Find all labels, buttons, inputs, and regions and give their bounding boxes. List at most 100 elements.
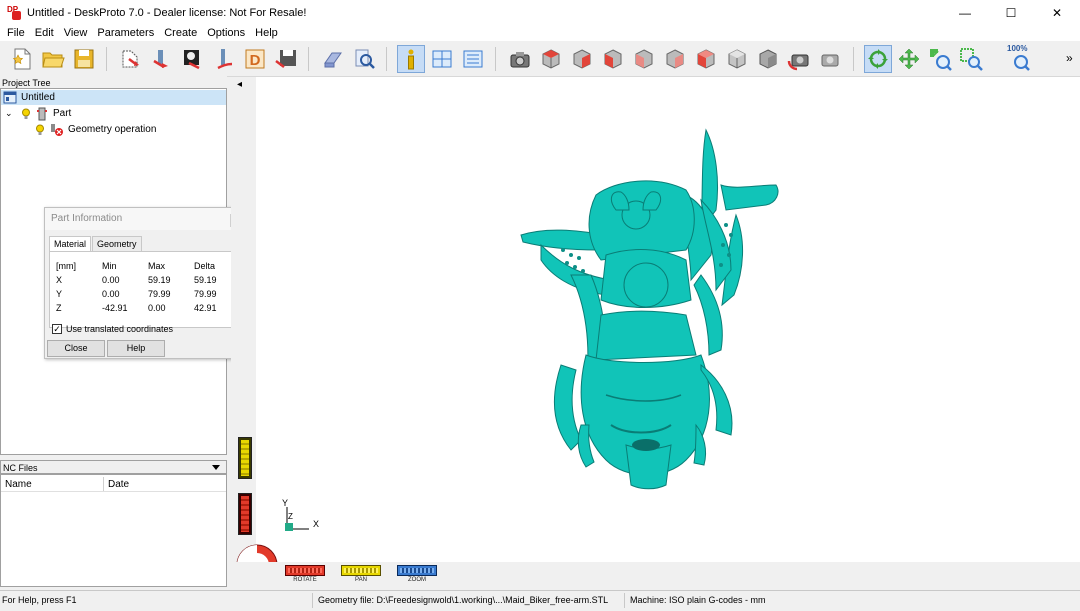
menu-file[interactable]: File <box>2 25 30 41</box>
toolpath-d-button[interactable]: D <box>241 45 269 73</box>
dialog-title: Part Information <box>45 208 246 230</box>
lightbulb-icon[interactable] <box>21 108 31 120</box>
column-name[interactable]: Name <box>5 479 32 490</box>
folder-open-icon <box>42 52 65 68</box>
new-file-button[interactable] <box>8 45 36 73</box>
close-button[interactable]: Close <box>47 340 105 357</box>
layout-list-button[interactable] <box>459 45 487 73</box>
tree-item-part[interactable]: ⌄ Part <box>5 106 71 121</box>
pan-button[interactable] <box>341 565 381 576</box>
zoom-window-button[interactable] <box>957 45 985 73</box>
toolbar-separator <box>308 47 309 71</box>
expand-chevron-icon[interactable]: ⌄ <box>5 106 17 121</box>
menu-options[interactable]: Options <box>202 25 250 41</box>
tab-geometry[interactable]: Geometry <box>92 236 142 252</box>
view-front-button[interactable] <box>568 45 596 73</box>
lightbulb-icon[interactable] <box>35 124 45 136</box>
axis-label-y: Y <box>282 498 289 508</box>
rotate-arrows-icon <box>868 49 888 69</box>
collapse-panel-icon[interactable]: ◂ <box>237 79 242 90</box>
nc-files-dropdown-icon[interactable] <box>212 465 220 470</box>
toolbar-separator <box>386 47 387 71</box>
status-bar: For Help, press F1 Geometry file: D:\Fre… <box>0 590 1080 611</box>
rotate-camera-icon <box>787 54 809 71</box>
maximize-button[interactable]: ☐ <box>988 0 1034 25</box>
tree-item-geometry-operation[interactable]: Geometry operation <box>35 122 156 137</box>
column-header: Max <box>148 261 166 271</box>
cube-shaded-icon <box>759 49 777 69</box>
zoom-slider-red[interactable] <box>238 493 252 535</box>
view-top-button[interactable] <box>692 45 720 73</box>
project-icon <box>3 91 17 104</box>
save-toolpath-button[interactable] <box>272 45 300 73</box>
row-max: 0.00 <box>148 303 166 313</box>
part-parameters-button[interactable] <box>117 45 145 73</box>
tree-item-project[interactable]: Untitled <box>1 90 226 105</box>
row-min: -42.91 <box>102 303 128 313</box>
letter-d-icon: D <box>245 49 265 69</box>
view-right-button[interactable] <box>661 45 689 73</box>
open-file-button[interactable] <box>39 45 67 73</box>
view-back-button[interactable] <box>599 45 627 73</box>
menu-create[interactable]: Create <box>159 25 202 41</box>
minimize-button[interactable]: — <box>942 0 988 25</box>
cube-grey-icon <box>728 49 746 69</box>
pan-mode-button[interactable] <box>895 45 923 73</box>
menu-parameters[interactable]: Parameters <box>92 25 159 41</box>
rotate-button[interactable] <box>285 565 325 576</box>
view-iso-button[interactable] <box>537 45 565 73</box>
operation-parameters-button[interactable] <box>148 45 176 73</box>
menu-view[interactable]: View <box>59 25 93 41</box>
rotate-view-button[interactable] <box>785 45 813 73</box>
column-divider[interactable] <box>103 477 104 491</box>
part-info-button[interactable] <box>397 45 425 73</box>
save-file-button[interactable] <box>70 45 98 73</box>
rotate-mode-button[interactable] <box>864 45 892 73</box>
bitmap-operation-button[interactable] <box>179 45 207 73</box>
view-left-button[interactable] <box>630 45 658 73</box>
button-grip <box>344 568 378 573</box>
3d-model-maid-biker[interactable] <box>511 125 791 495</box>
part-figure-icon <box>37 107 47 120</box>
layout-tiles-button[interactable] <box>428 45 456 73</box>
pan-arrows-icon <box>898 48 920 70</box>
column-header: Min <box>102 261 117 271</box>
inspect-button[interactable] <box>350 45 378 73</box>
help-button[interactable]: Help <box>107 340 165 357</box>
zoom-label: ZOOM <box>408 577 426 583</box>
app-icon-block <box>12 10 21 20</box>
list-view-icon <box>463 50 483 68</box>
toolbar-separator <box>853 47 854 71</box>
menu-edit[interactable]: Edit <box>30 25 59 41</box>
zoom-mode-button[interactable] <box>926 45 954 73</box>
camera-view-button[interactable] <box>506 45 534 73</box>
close-window-button[interactable]: ✕ <box>1034 0 1080 25</box>
simulation-button[interactable] <box>319 45 347 73</box>
row-axis: Z <box>56 303 62 313</box>
status-geometry-file: Geometry file: D:\Freedesignwold\1.worki… <box>318 595 609 605</box>
tree-item-label: Geometry operation <box>68 124 157 135</box>
window-title: Untitled - DeskProto 7.0 - Dealer licens… <box>27 6 307 19</box>
toolbar-overflow-button[interactable]: » <box>1066 51 1073 65</box>
deskproto-app-icon[interactable]: DP <box>7 5 21 20</box>
zoom-percent-label: 100% <box>1007 44 1028 53</box>
row-min: 0.00 <box>102 275 120 285</box>
toolbar-separator <box>106 47 107 71</box>
menu-help[interactable]: Help <box>250 25 283 41</box>
dialog-tabs: Material Geometry <box>49 236 143 252</box>
toolbar-separator <box>495 47 496 71</box>
row-axis: Y <box>56 289 63 299</box>
tab-material[interactable]: Material <box>49 236 92 252</box>
view-shaded-button[interactable] <box>754 45 782 73</box>
vector-operation-button[interactable] <box>210 45 238 73</box>
reset-view-button[interactable] <box>816 45 844 73</box>
view-bottom-button[interactable] <box>723 45 751 73</box>
new-file-icon <box>12 48 31 70</box>
zoom-button[interactable] <box>397 565 437 576</box>
use-translated-checkbox[interactable]: ✓ <box>52 324 62 334</box>
3d-viewport[interactable]: ◂ Y Z X ROTATE PAN ZOOM <box>231 77 1080 587</box>
zoom-slider-yellow[interactable] <box>238 437 252 479</box>
column-date[interactable]: Date <box>108 479 129 490</box>
status-separator <box>624 593 625 608</box>
status-help-text: For Help, press F1 <box>2 595 77 605</box>
